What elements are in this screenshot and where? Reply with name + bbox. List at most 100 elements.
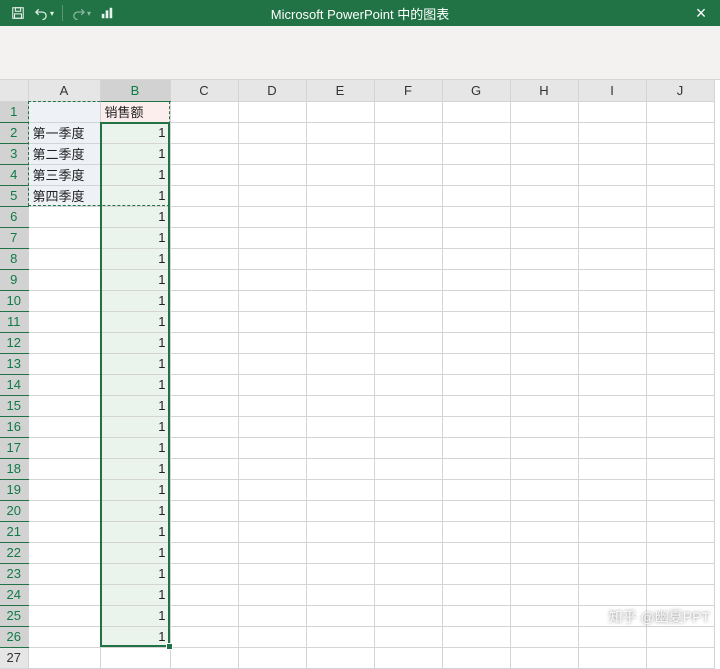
cell-F22[interactable] — [374, 542, 442, 563]
row-header-13[interactable]: 13 — [0, 353, 28, 374]
cell-I18[interactable] — [578, 458, 646, 479]
cell-G27[interactable] — [442, 647, 510, 668]
cell-A25[interactable] — [28, 605, 100, 626]
cell-A2[interactable]: 第一季度 — [28, 122, 100, 143]
cell-A20[interactable] — [28, 500, 100, 521]
cell-F15[interactable] — [374, 395, 442, 416]
cell-A22[interactable] — [28, 542, 100, 563]
cell-C4[interactable] — [170, 164, 238, 185]
column-header-A[interactable]: A — [28, 80, 100, 101]
cell-J25[interactable] — [646, 605, 714, 626]
cell-G21[interactable] — [442, 521, 510, 542]
cell-C20[interactable] — [170, 500, 238, 521]
cell-I19[interactable] — [578, 479, 646, 500]
cell-G7[interactable] — [442, 227, 510, 248]
cell-G22[interactable] — [442, 542, 510, 563]
cell-G11[interactable] — [442, 311, 510, 332]
cell-H23[interactable] — [510, 563, 578, 584]
cell-E7[interactable] — [306, 227, 374, 248]
cell-B23[interactable]: 1 — [100, 563, 170, 584]
cell-H17[interactable] — [510, 437, 578, 458]
cell-F19[interactable] — [374, 479, 442, 500]
row-header-15[interactable]: 15 — [0, 395, 28, 416]
cell-D18[interactable] — [238, 458, 306, 479]
cell-I16[interactable] — [578, 416, 646, 437]
cell-C8[interactable] — [170, 248, 238, 269]
cell-C19[interactable] — [170, 479, 238, 500]
cell-C14[interactable] — [170, 374, 238, 395]
cell-H8[interactable] — [510, 248, 578, 269]
row-header-9[interactable]: 9 — [0, 269, 28, 290]
row-header-23[interactable]: 23 — [0, 563, 28, 584]
cell-E18[interactable] — [306, 458, 374, 479]
cell-E23[interactable] — [306, 563, 374, 584]
cell-B6[interactable]: 1 — [100, 206, 170, 227]
cell-G26[interactable] — [442, 626, 510, 647]
cell-J5[interactable] — [646, 185, 714, 206]
cell-D5[interactable] — [238, 185, 306, 206]
cell-E9[interactable] — [306, 269, 374, 290]
cell-E1[interactable] — [306, 101, 374, 122]
cell-C9[interactable] — [170, 269, 238, 290]
cell-B5[interactable]: 1 — [100, 185, 170, 206]
cell-I21[interactable] — [578, 521, 646, 542]
cell-J3[interactable] — [646, 143, 714, 164]
cell-D22[interactable] — [238, 542, 306, 563]
cell-B17[interactable]: 1 — [100, 437, 170, 458]
cell-A23[interactable] — [28, 563, 100, 584]
cell-D10[interactable] — [238, 290, 306, 311]
cell-G12[interactable] — [442, 332, 510, 353]
cell-F17[interactable] — [374, 437, 442, 458]
row-header-26[interactable]: 26 — [0, 626, 28, 647]
cell-E5[interactable] — [306, 185, 374, 206]
cell-D20[interactable] — [238, 500, 306, 521]
row-header-21[interactable]: 21 — [0, 521, 28, 542]
cell-H6[interactable] — [510, 206, 578, 227]
cell-D7[interactable] — [238, 227, 306, 248]
chart-icon[interactable] — [97, 3, 117, 23]
cell-H10[interactable] — [510, 290, 578, 311]
cell-C17[interactable] — [170, 437, 238, 458]
cell-D27[interactable] — [238, 647, 306, 668]
row-header-10[interactable]: 10 — [0, 290, 28, 311]
cell-H12[interactable] — [510, 332, 578, 353]
cell-I26[interactable] — [578, 626, 646, 647]
save-icon[interactable] — [8, 3, 28, 23]
cell-D12[interactable] — [238, 332, 306, 353]
cell-F12[interactable] — [374, 332, 442, 353]
cell-J1[interactable] — [646, 101, 714, 122]
cell-B9[interactable]: 1 — [100, 269, 170, 290]
cell-H4[interactable] — [510, 164, 578, 185]
cell-I5[interactable] — [578, 185, 646, 206]
cell-B20[interactable]: 1 — [100, 500, 170, 521]
cell-J13[interactable] — [646, 353, 714, 374]
cell-C3[interactable] — [170, 143, 238, 164]
cell-G2[interactable] — [442, 122, 510, 143]
cell-H14[interactable] — [510, 374, 578, 395]
undo-icon[interactable]: ▾ — [34, 3, 54, 23]
row-header-8[interactable]: 8 — [0, 248, 28, 269]
cell-A13[interactable] — [28, 353, 100, 374]
cell-J16[interactable] — [646, 416, 714, 437]
cell-D4[interactable] — [238, 164, 306, 185]
row-header-12[interactable]: 12 — [0, 332, 28, 353]
cell-I23[interactable] — [578, 563, 646, 584]
cell-A9[interactable] — [28, 269, 100, 290]
cell-D17[interactable] — [238, 437, 306, 458]
cell-F3[interactable] — [374, 143, 442, 164]
cell-D15[interactable] — [238, 395, 306, 416]
cell-B24[interactable]: 1 — [100, 584, 170, 605]
cell-A1[interactable] — [28, 101, 100, 122]
cell-H11[interactable] — [510, 311, 578, 332]
cell-H18[interactable] — [510, 458, 578, 479]
cell-E12[interactable] — [306, 332, 374, 353]
cell-C18[interactable] — [170, 458, 238, 479]
cell-F11[interactable] — [374, 311, 442, 332]
row-header-7[interactable]: 7 — [0, 227, 28, 248]
cell-D26[interactable] — [238, 626, 306, 647]
cell-I17[interactable] — [578, 437, 646, 458]
cell-B11[interactable]: 1 — [100, 311, 170, 332]
cell-D2[interactable] — [238, 122, 306, 143]
cell-J8[interactable] — [646, 248, 714, 269]
cell-J20[interactable] — [646, 500, 714, 521]
